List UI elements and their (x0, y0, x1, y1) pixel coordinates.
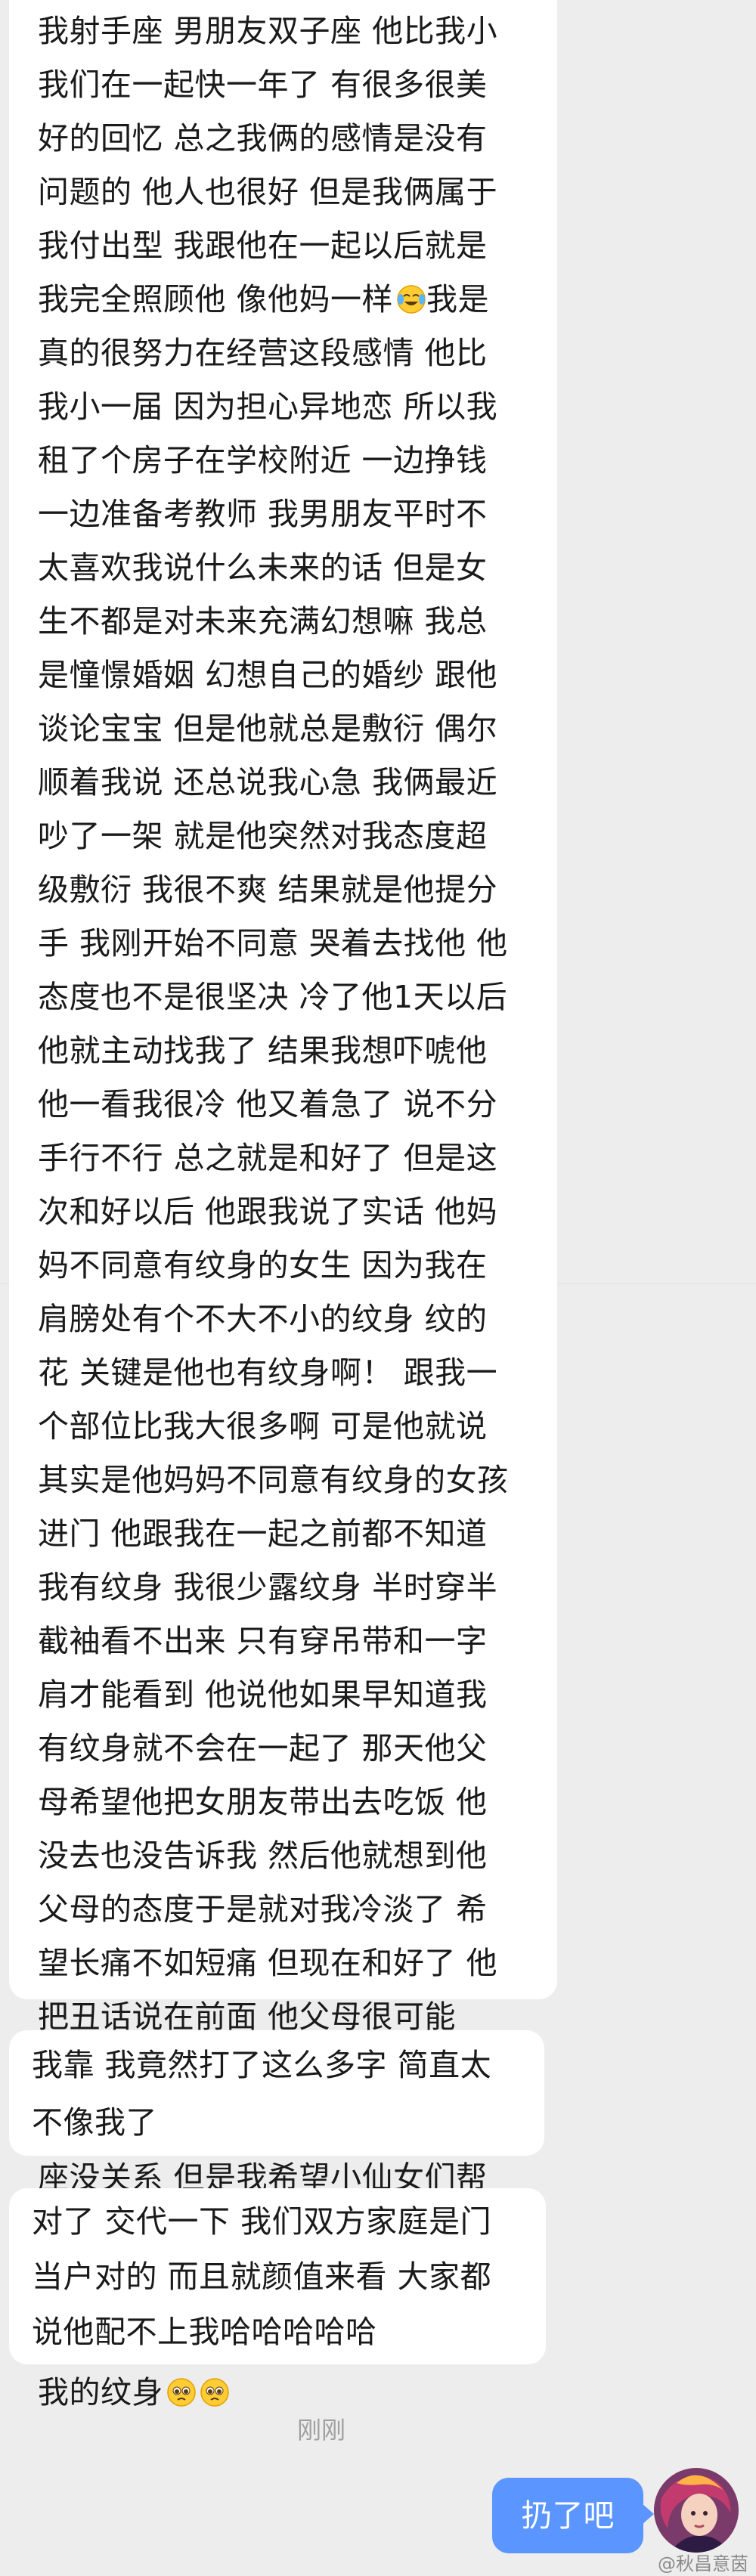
message-line: 花 关键是他也有纹身啊！ 跟我一 (38, 1355, 498, 1391)
message-timestamp: 刚刚 (296, 2416, 345, 2444)
message-line: 对了 交代一下 我们双方家庭是门 (32, 2203, 492, 2240)
message-line: 我小一届 因为担心异地恋 所以我 (38, 389, 498, 425)
message-line: 级敷衍 我很不爽 结果就是他提分 (38, 872, 498, 908)
message-line: 真的很努力在经营这段感情 他比 (38, 335, 488, 371)
message-line: 顺着我说 还总说我心急 我俩最近 (38, 764, 498, 800)
message-line: 我有纹身 我很少露纹身 半时穿半 (38, 1569, 498, 1605)
message-line: 太喜欢我说什么未来的话 但是女 (38, 550, 488, 586)
message-line: 我射手座 男朋友双子座 他比我小 (38, 13, 498, 49)
message-line: 个部位比我大很多啊 可是他就说 (38, 1408, 488, 1444)
message-line: 其实是他妈妈不同意有纹身的女孩 (38, 1462, 509, 1498)
message-line: 妈不同意有纹身的女生 因为我在 (38, 1247, 488, 1283)
message-line: 他一看我很冷 他又着急了 说不分 (38, 1086, 498, 1122)
message-line: 当户对的 而且就颜值来看 大家都 (32, 2259, 492, 2295)
message-line: 我付出型 我跟他在一起以后就是 (38, 228, 488, 264)
message-line: 手行不行 总之就是和好了 但是这 (38, 1140, 498, 1176)
message-line: 不像我了 (32, 2104, 157, 2141)
message-line: 我们在一起快一年了 有很多很美 (38, 67, 488, 103)
received-message-3[interactable]: 对了 交代一下 我们双方家庭是门 当户对的 而且就颜值来看 大家都 说他配不上我… (9, 2188, 546, 2364)
message-line: 生不都是对未来充满幻想嘛 我总 (38, 603, 488, 639)
message-line: 母希望他把女朋友带出去吃饭 他 (38, 1784, 488, 1820)
message-line: 租了个房子在学校附近 一边挣钱 (38, 442, 488, 478)
message-line: 手 我刚开始不同意 哭着去找他 他 (38, 925, 508, 961)
user-avatar[interactable] (654, 2468, 739, 2553)
pleading-face-emoji (167, 2378, 196, 2407)
sent-message[interactable]: 扔了吧 (492, 2478, 654, 2553)
received-message-long[interactable]: 我射手座 男朋友双子座 他比我小 我们在一起快一年了 有很多很美 好的回忆 总之我俩… (9, 0, 557, 2410)
message-line: 有纹身就不会在一起了 那天他父 (38, 1730, 488, 1766)
message-line: 态度也不是很坚决 冷了他1天以后 (38, 979, 508, 1015)
message-line: 他就主动找我了 结果我想吓唬他 (38, 1033, 488, 1069)
message-line: 我靠 我竟然打了这么多字 简直太 (32, 2047, 492, 2083)
message-line: 一边准备考教师 我男朋友平时不 (38, 496, 488, 532)
message-line: 进门 他跟我在一起之前都不知道 (38, 1516, 488, 1552)
message-line: 好的回忆 总之我俩的感情是没有 (38, 120, 488, 156)
message-line: 是憧憬婚姻 幻想自己的婚纱 跟他 (38, 657, 498, 693)
message-line: 肩才能看到 他说他如果早知道我 (38, 1677, 488, 1713)
message-line: 说他配不上我哈哈哈哈哈 (32, 2314, 377, 2350)
watermark: @秋昌意茵 (658, 2553, 748, 2574)
message-line: 次和好以后 他跟我说了实话 他妈 (38, 1194, 498, 1230)
message-line: 谈论宝宝 但是他就总是敷衍 偶尔 (38, 711, 498, 747)
message-line: 肩膀处有个不大不小的纹身 纹的 (38, 1301, 488, 1337)
message-line: 没去也没告诉我 然后他就想到他 (38, 1838, 488, 1874)
message-line: 截袖看不出来 只有穿吊带和一字 (38, 1623, 488, 1659)
pleading-face-emoji (200, 2378, 229, 2407)
message-line: 父母的态度于是就对我冷淡了 希 (38, 1891, 488, 1927)
received-message-2[interactable]: 我靠 我竟然打了这么多字 简直太 不像我了 (9, 2030, 544, 2156)
message-line: 我完全照顾他 像他妈一样 我是 (38, 281, 490, 317)
message-line: 问题的 他人也很好 但是我俩属于 (38, 174, 498, 210)
message-line: 望长痛不如短痛 但现在和好了 他 (38, 1945, 498, 1981)
face-with-tears-of-joy-emoji (397, 285, 426, 314)
message-line: 吵了一架 就是他突然对我态度超 (38, 818, 488, 854)
